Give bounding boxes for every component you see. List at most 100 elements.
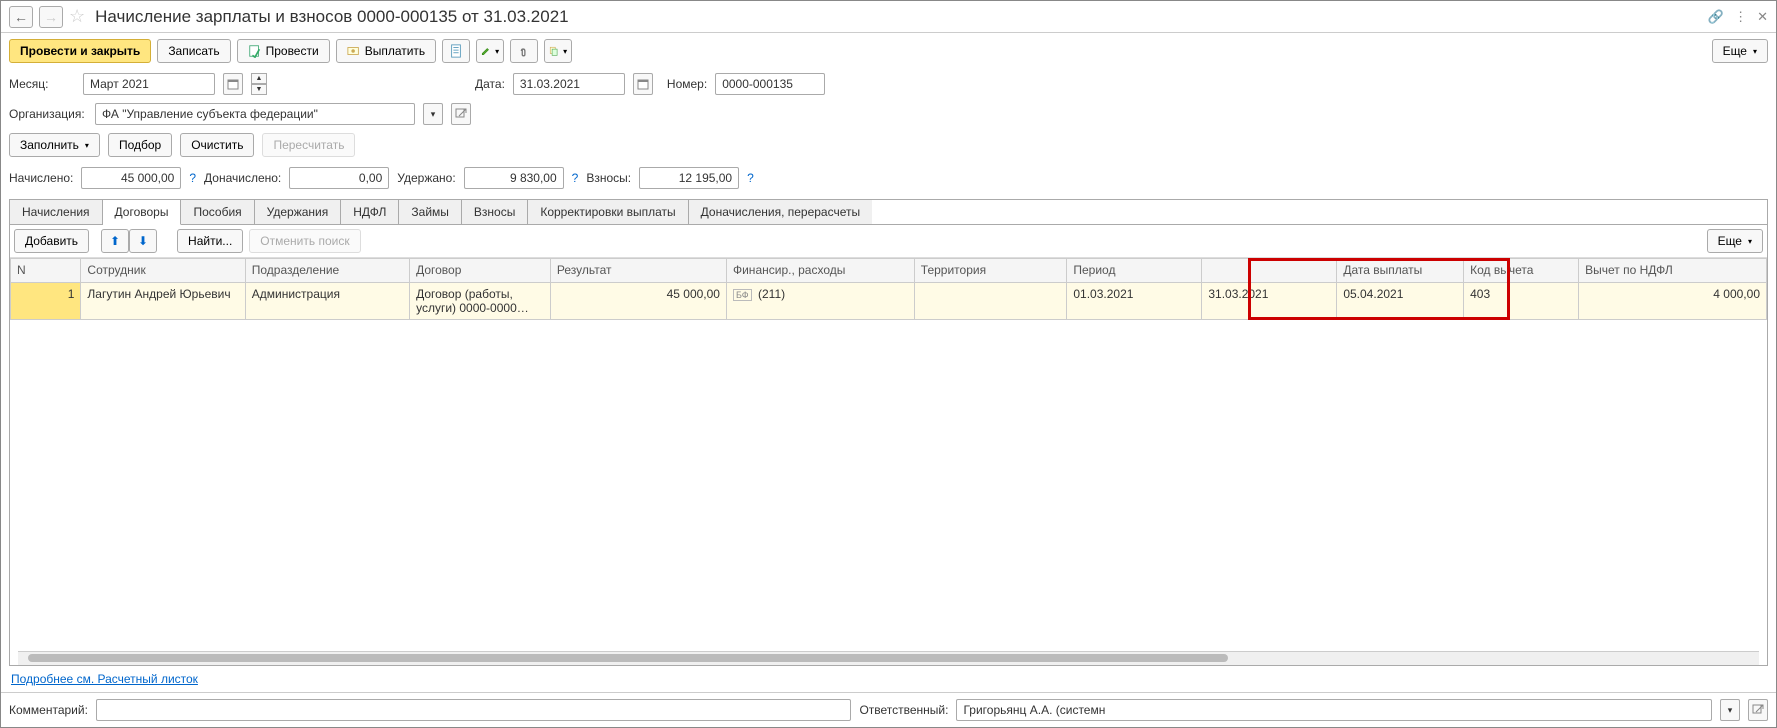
org-open-button[interactable] [451,103,471,125]
totals-row: Начислено: 45 000,00 ? Доначислено: 0,00… [1,161,1776,195]
link-icon[interactable]: 🔗 [1708,9,1724,25]
pencil-icon [481,44,491,58]
report-button[interactable] [442,39,470,63]
finance-badge: БФ [733,289,752,301]
edit-button[interactable]: ▾ [476,39,504,63]
responsible-field[interactable]: Григорьянц А.А. (системн [956,699,1712,721]
col-territory[interactable]: Территория [914,259,1067,283]
col-n[interactable]: N [11,259,81,283]
col-deduct-code[interactable]: Код вычета [1464,259,1579,283]
scrollbar-thumb[interactable] [28,654,1228,662]
tab-withholdings[interactable]: Удержания [255,200,342,225]
col-deduct-ndfl[interactable]: Вычет по НДФЛ [1579,259,1767,283]
more-button[interactable]: Еще ▾ [1712,39,1768,63]
comment-label: Комментарий: [9,703,88,717]
post-icon [248,44,262,58]
spinner-down-icon[interactable]: ▼ [251,84,267,95]
col-finance[interactable]: Финансир., расходы [726,259,914,283]
cell-result[interactable]: 45 000,00 [550,283,726,320]
table-wrap: N Сотрудник Подразделение Договор Резуль… [10,258,1767,651]
copy-icon [549,44,559,58]
month-calendar-button[interactable] [223,73,243,95]
cell-territory[interactable] [914,283,1067,320]
col-period-to[interactable] [1202,259,1337,283]
date-field[interactable]: 31.03.2021 [513,73,625,95]
data-table: N Сотрудник Подразделение Договор Резуль… [10,258,1767,320]
tab-corrections[interactable]: Корректировки выплаты [528,200,688,225]
tab-benefits[interactable]: Пособия [181,200,254,225]
cell-employee[interactable]: Лагутин Андрей Юрьевич [81,283,245,320]
cell-deduct-code[interactable]: 403 [1464,283,1579,320]
date-label: Дата: [475,77,505,91]
number-field[interactable]: 0000-000135 [715,73,825,95]
help-icon[interactable]: ? [747,171,754,185]
org-dropdown-button[interactable]: ▾ [423,103,443,125]
contrib-value: 12 195,00 [639,167,739,189]
tab-accruals[interactable]: Начисления [10,200,103,225]
more-vertical-icon[interactable]: ⋮ [1734,9,1747,25]
accrued-label: Начислено: [9,171,73,185]
table-row[interactable]: 1 Лагутин Андрей Юрьевич Администрация Д… [11,283,1767,320]
cell-dept[interactable]: Администрация [245,283,409,320]
org-field[interactable]: ФА "Управление субъекта федерации" [95,103,415,125]
nav-forward-button[interactable]: → [39,6,63,28]
spinner-up-icon[interactable]: ▲ [251,73,267,84]
document-lines-icon [449,44,463,58]
cell-contract[interactable]: Договор (работы, услуги) 0000-0000… [410,283,551,320]
col-employee[interactable]: Сотрудник [81,259,245,283]
find-button[interactable]: Найти... [177,229,243,253]
pay-button[interactable]: Выплатить [336,39,437,63]
copy-button[interactable]: ▾ [544,39,572,63]
col-period-from[interactable]: Период [1067,259,1202,283]
tab-ndfl[interactable]: НДФЛ [341,200,399,225]
tab-contributions[interactable]: Взносы [462,200,528,225]
responsible-dropdown-button[interactable]: ▾ [1720,699,1740,721]
post-button[interactable]: Провести [237,39,330,63]
col-dept[interactable]: Подразделение [245,259,409,283]
tab-loans[interactable]: Займы [399,200,462,225]
table-more-button[interactable]: Еще ▾ [1707,229,1763,253]
help-icon[interactable]: ? [572,171,579,185]
col-contract[interactable]: Договор [410,259,551,283]
add-row-button[interactable]: Добавить [14,229,89,253]
close-icon[interactable]: ✕ [1757,9,1768,25]
move-up-button[interactable]: ⬆ [101,229,129,253]
favorite-star-icon[interactable]: ☆ [69,6,85,27]
tab-contracts[interactable]: Договоры [103,200,182,225]
open-icon [1752,704,1764,716]
recalc-button: Пересчитать [262,133,355,157]
cell-deduct-ndfl[interactable]: 4 000,00 [1579,283,1767,320]
link-row: Подробнее см. Расчетный листок [1,666,1776,692]
open-icon [455,108,467,120]
pay-icon [347,44,361,58]
date-calendar-button[interactable] [633,73,653,95]
cell-period-from[interactable]: 01.03.2021 [1067,283,1202,320]
save-button[interactable]: Записать [157,39,230,63]
responsible-open-button[interactable] [1748,699,1768,721]
payslip-link[interactable]: Подробнее см. Расчетный листок [11,672,198,686]
horizontal-scrollbar[interactable] [18,651,1759,665]
cell-n[interactable]: 1 [11,283,81,320]
nav-back-button[interactable]: ← [9,6,33,28]
move-down-button[interactable]: ⬇ [129,229,157,253]
cell-paydate[interactable]: 05.04.2021 [1337,283,1464,320]
comment-field[interactable] [96,699,852,721]
cell-finance[interactable]: БФ (211) [726,283,914,320]
month-spinner[interactable]: ▲ ▼ [251,73,267,95]
cell-period-to[interactable]: 31.03.2021 [1202,283,1337,320]
post-and-close-button[interactable]: Провести и закрыть [9,39,151,63]
table-header-row: N Сотрудник Подразделение Договор Резуль… [11,259,1767,283]
form-row-org: Организация: ФА "Управление субъекта фед… [1,99,1776,129]
month-field[interactable]: Март 2021 [83,73,215,95]
attach-button[interactable] [510,39,538,63]
pick-button[interactable]: Подбор [108,133,172,157]
tab-panel: Добавить ⬆ ⬇ Найти... Отменить поиск Еще… [9,224,1768,666]
window-title: Начисление зарплаты и взносов 0000-00013… [91,7,569,27]
col-paydate[interactable]: Дата выплаты [1337,259,1464,283]
clear-button[interactable]: Очистить [180,133,254,157]
tab-recalcs[interactable]: Доначисления, перерасчеты [689,200,872,225]
col-result[interactable]: Результат [550,259,726,283]
footer: Комментарий: Ответственный: Григорьянц А… [1,692,1776,727]
help-icon[interactable]: ? [189,171,196,185]
fill-button[interactable]: Заполнить ▾ [9,133,100,157]
